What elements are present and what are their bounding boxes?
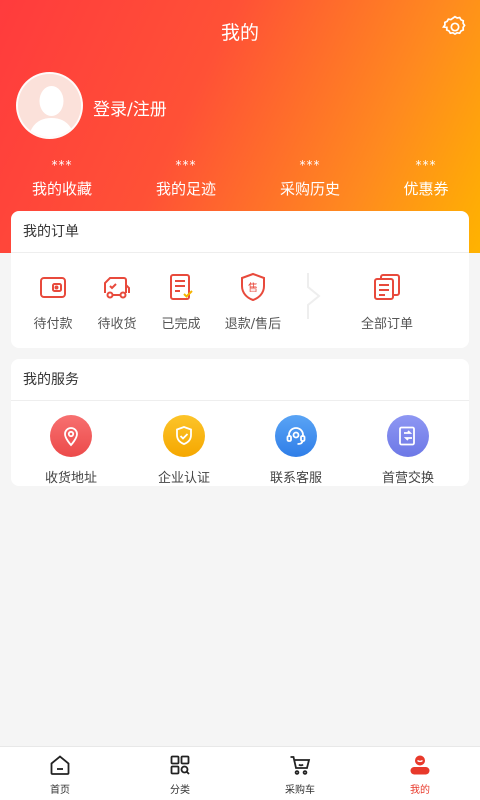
stat-coupons[interactable]: *** 优惠券 (366, 158, 480, 199)
stat-label: 我的收藏 (31, 180, 92, 198)
exchange-doc-icon (387, 415, 429, 457)
service-label: 企业认证 (157, 471, 210, 486)
order-pending-receipt[interactable]: 待收货 (82, 271, 152, 332)
service-shipping-address[interactable]: 收货地址 (21, 415, 121, 486)
bottom-tab-bar: 首页 分类 采购车 我的 (0, 746, 480, 800)
all-orders-button[interactable]: 全部订单 (351, 271, 423, 332)
category-icon (170, 755, 190, 775)
stat-value: *** (415, 158, 437, 172)
tab-label: 首页 (50, 785, 70, 796)
all-orders-label: 全部订单 (360, 317, 413, 332)
orders-card-title: 我的订单 (11, 211, 469, 253)
tab-profile[interactable]: 我的 (360, 753, 480, 796)
stat-label: 我的足迹 (155, 180, 216, 198)
stat-value: *** (175, 158, 197, 172)
location-pin-icon (50, 415, 92, 457)
profile-icon (410, 755, 430, 775)
headset-icon (275, 415, 317, 457)
stat-favorites[interactable]: *** 我的收藏 (2, 158, 122, 199)
shield-sell-icon: 售 (241, 272, 265, 302)
clipboard-check-icon (170, 274, 193, 300)
login-register-link[interactable]: 登录/注册 (93, 95, 167, 120)
shield-check-icon (163, 415, 205, 457)
user-stats: *** 我的收藏 *** 我的足迹 *** 采购历史 *** 优惠券 (0, 158, 480, 208)
service-enterprise-cert[interactable]: 企业认证 (134, 415, 234, 486)
stat-label: 采购历史 (279, 180, 340, 198)
order-item-label: 待收货 (97, 317, 137, 332)
service-label: 首营交换 (381, 471, 434, 486)
tab-cart[interactable]: 采购车 (240, 753, 360, 796)
tab-label: 我的 (410, 785, 430, 796)
tab-category[interactable]: 分类 (120, 753, 240, 796)
home-icon (50, 755, 70, 775)
services-card: 我的服务 收货地址 企业认证 联系客服 首营交换 (11, 359, 469, 486)
tab-label: 分类 (170, 785, 190, 796)
stat-value: *** (51, 158, 73, 172)
stat-footprints[interactable]: *** 我的足迹 (126, 158, 246, 199)
gear-icon[interactable] (442, 14, 468, 40)
stat-purchase-history[interactable]: *** 采购历史 (250, 158, 370, 199)
top-bar: 我的 (0, 0, 480, 62)
cart-icon (290, 756, 311, 775)
order-item-label: 已完成 (161, 317, 201, 332)
stat-label: 优惠券 (403, 180, 449, 198)
order-item-label: 退款/售后 (224, 317, 282, 332)
order-refund-aftersale[interactable]: 售 退款/售后 (218, 271, 288, 332)
order-completed[interactable]: 已完成 (146, 271, 216, 332)
tab-home[interactable]: 首页 (0, 753, 120, 796)
avatar[interactable] (16, 72, 83, 139)
document-list-icon (374, 274, 400, 300)
service-customer-support[interactable]: 联系客服 (246, 415, 346, 486)
wallet-icon (40, 277, 66, 298)
service-label: 联系客服 (269, 471, 322, 486)
truck-icon (104, 277, 130, 299)
stat-value: *** (299, 158, 321, 172)
order-item-label: 待付款 (33, 317, 73, 332)
order-pending-payment[interactable]: 待付款 (18, 271, 88, 332)
svg-text:售: 售 (248, 281, 258, 294)
chevron-divider-icon (307, 273, 321, 319)
services-card-title: 我的服务 (11, 359, 469, 401)
orders-card: 我的订单 待付款 待收货 已完成 售 退款/售后 全部订单 (11, 211, 469, 348)
page-title: 我的 (220, 22, 259, 44)
tab-label: 采购车 (285, 785, 315, 796)
service-first-exchange[interactable]: 首营交换 (358, 415, 458, 486)
service-label: 收货地址 (44, 471, 97, 486)
